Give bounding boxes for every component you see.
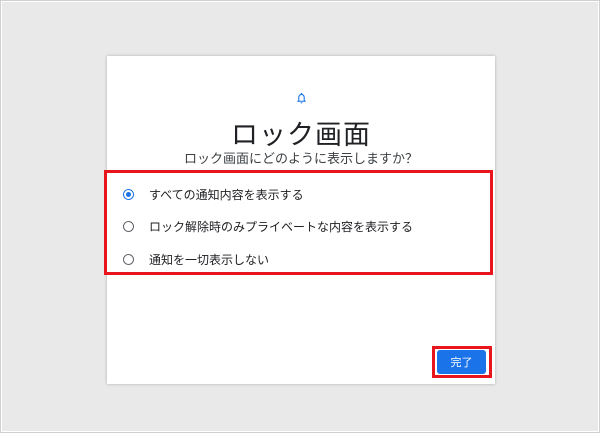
- dialog-title: ロック画面: [231, 120, 371, 151]
- options-highlight-box: [104, 170, 493, 275]
- bell-icon: [297, 92, 306, 104]
- dialog-subtitle: ロック画面にどのように表示しますか？: [183, 152, 418, 167]
- done-button-highlight-box: [432, 346, 492, 378]
